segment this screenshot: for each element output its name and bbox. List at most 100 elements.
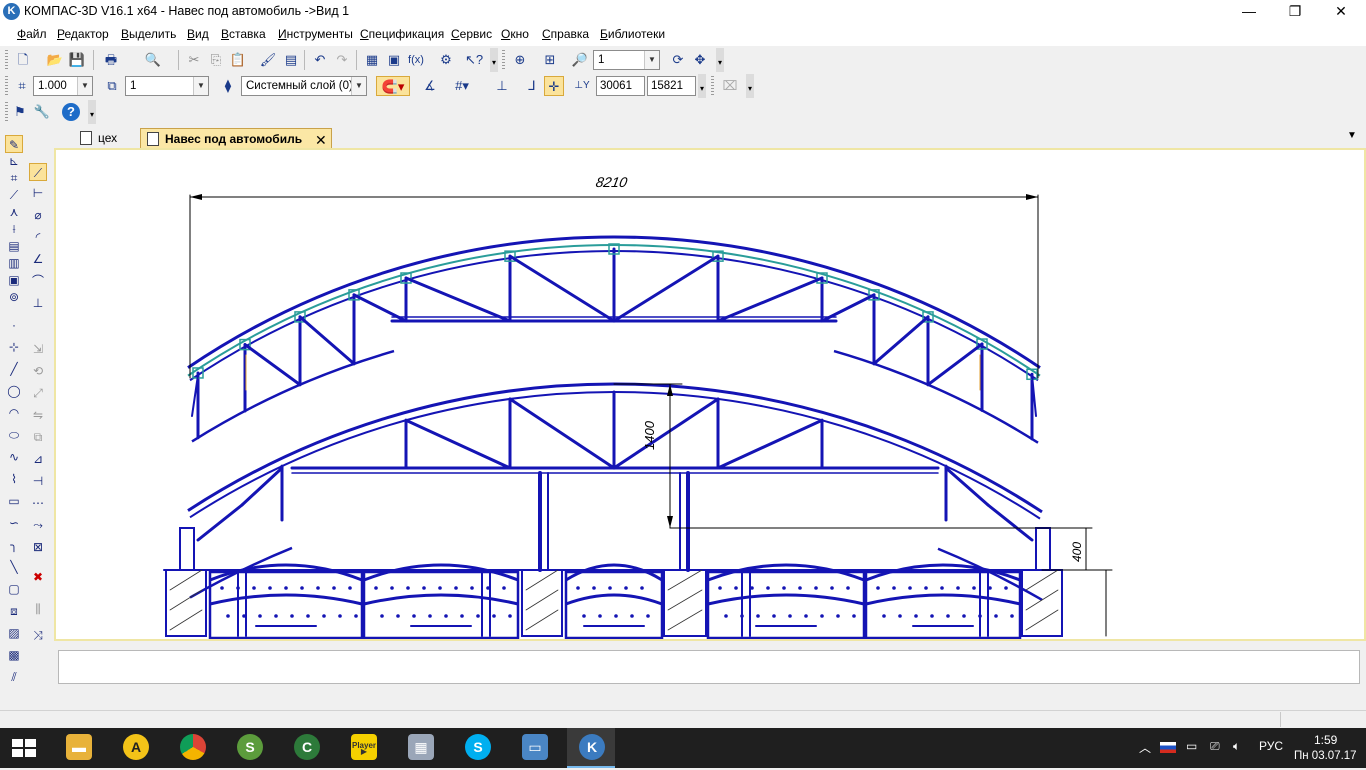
menu-service[interactable]: Сервис: [451, 27, 492, 41]
dimensions-icon[interactable]: ⊾: [5, 152, 23, 170]
rivet[interactable]: [338, 614, 342, 618]
support-right[interactable]: [1035, 527, 1051, 571]
rivet[interactable]: [614, 614, 618, 618]
undo-icon[interactable]: ↶: [310, 50, 330, 70]
rivet[interactable]: [592, 586, 596, 590]
restore-button[interactable]: ❐: [1272, 0, 1318, 24]
diagonal-member[interactable]: [716, 276, 824, 323]
chrome-icon[interactable]: [168, 728, 216, 768]
tab-workshop[interactable]: цех: [74, 128, 126, 149]
rivet[interactable]: [306, 614, 310, 618]
menu-editor[interactable]: Редактор: [57, 27, 109, 41]
rivet[interactable]: [1010, 614, 1014, 618]
cursor-icon[interactable]: ✛: [544, 76, 564, 96]
diagonal-member[interactable]: [508, 254, 616, 323]
support-left[interactable]: [179, 527, 195, 571]
redo-icon[interactable]: ↷: [332, 50, 352, 70]
gate-leaf[interactable]: [564, 570, 664, 639]
hatch-line[interactable]: [169, 569, 203, 591]
rivet[interactable]: [406, 586, 410, 590]
zoom-combo[interactable]: 1 ▼: [593, 50, 660, 70]
angle-dimension-icon[interactable]: ∠: [29, 250, 47, 268]
gate-arc-mid[interactable]: [363, 593, 519, 606]
layer-icon[interactable]: ⧫: [218, 76, 238, 96]
language-indicator[interactable]: РУС: [1259, 739, 1283, 753]
rivet[interactable]: [284, 586, 288, 590]
close-button[interactable]: ✕: [1318, 0, 1364, 24]
rivet[interactable]: [734, 586, 738, 590]
contour-icon[interactable]: ▢: [5, 580, 23, 598]
diagonal-member[interactable]: [298, 315, 356, 366]
hatch-line[interactable]: [169, 589, 203, 611]
kompas-logo-icon[interactable]: K: [3, 3, 20, 20]
rivet[interactable]: [390, 586, 394, 590]
rivet[interactable]: [252, 586, 256, 590]
rivet[interactable]: [508, 614, 512, 618]
hatch-line[interactable]: [525, 589, 559, 611]
diagonal-member[interactable]: [612, 254, 720, 323]
rivet[interactable]: [892, 586, 896, 590]
properties-icon[interactable]: ▤: [281, 50, 301, 70]
rivet[interactable]: [830, 586, 834, 590]
chevron-up-icon[interactable]: ︿: [1139, 739, 1151, 756]
gate-leaf[interactable]: [864, 570, 1022, 639]
rivet[interactable]: [396, 614, 400, 618]
grid-icon[interactable]: #▾: [452, 76, 472, 96]
volume-icon[interactable]: 🔈︎: [1233, 739, 1240, 754]
geometry-icon[interactable]: ✎: [5, 135, 23, 153]
deform-icon[interactable]: ⊿: [29, 450, 47, 468]
menu-specification[interactable]: Спецификация: [360, 27, 444, 41]
rivet[interactable]: [994, 614, 998, 618]
diagonal-member[interactable]: [404, 276, 512, 323]
hatch-line[interactable]: [667, 609, 703, 631]
rivet[interactable]: [274, 614, 278, 618]
offset-icon[interactable]: ⧈: [5, 602, 23, 620]
point-icon[interactable]: ·: [5, 316, 23, 334]
coord-x-field[interactable]: 30061: [596, 76, 645, 96]
preview-icon[interactable]: 🔍: [143, 50, 163, 70]
gate-arc-mid[interactable]: [565, 593, 663, 606]
coord-y-field[interactable]: 15821: [647, 76, 696, 96]
diameter-dimension-icon[interactable]: ⌀: [29, 206, 47, 224]
edit-icon[interactable]: ⟋: [5, 186, 23, 204]
equidistant-icon[interactable]: ⫽: [5, 668, 23, 686]
rivet[interactable]: [470, 586, 474, 590]
rivet[interactable]: [846, 586, 850, 590]
hatch-line[interactable]: [1025, 609, 1059, 631]
menu-file[interactable]: Файл: [17, 27, 47, 41]
linear-dimension-icon[interactable]: ⊢: [29, 184, 47, 202]
diagonal-member[interactable]: [352, 293, 408, 323]
tab-canopy[interactable]: Навес под автомобиль ✕: [140, 128, 332, 149]
display-icon[interactable]: ⎚: [1210, 739, 1220, 754]
bezier-icon[interactable]: ∽: [5, 514, 23, 532]
diagonal-member[interactable]: [243, 343, 302, 387]
rivet[interactable]: [412, 614, 416, 618]
rivet[interactable]: [724, 614, 728, 618]
russian-flag-icon[interactable]: [1160, 742, 1176, 753]
clock-time[interactable]: 1:59: [1314, 733, 1337, 747]
hatch-line[interactable]: [667, 589, 703, 611]
rivet[interactable]: [898, 614, 902, 618]
scale-icon[interactable]: ⌗: [12, 76, 32, 96]
rivet[interactable]: [598, 614, 602, 618]
tools-icon[interactable]: 🔧: [32, 102, 52, 122]
zoom-in-icon[interactable]: 🔎: [570, 50, 590, 70]
print-icon[interactable]: 🖶: [101, 50, 121, 70]
rivet[interactable]: [624, 586, 628, 590]
rivet[interactable]: [882, 614, 886, 618]
rivet[interactable]: [876, 586, 880, 590]
windows-start-icon[interactable]: [0, 728, 48, 768]
auxiliary-line-icon[interactable]: ⊹: [5, 338, 23, 356]
rivet[interactable]: [646, 614, 650, 618]
rivet[interactable]: [766, 586, 770, 590]
ellipse-icon[interactable]: ⬭: [5, 426, 23, 444]
library-icon[interactable]: ▣: [384, 50, 404, 70]
segment-tool-icon[interactable]: ╱: [5, 360, 23, 378]
rivet[interactable]: [820, 614, 824, 618]
open-icon[interactable]: 📂: [45, 50, 65, 70]
dimension-arrow[interactable]: [1026, 194, 1038, 200]
rivet[interactable]: [772, 614, 776, 618]
rivet[interactable]: [576, 586, 580, 590]
height-mark-icon[interactable]: ⊥: [29, 294, 47, 312]
diagonal-member[interactable]: [820, 293, 876, 323]
